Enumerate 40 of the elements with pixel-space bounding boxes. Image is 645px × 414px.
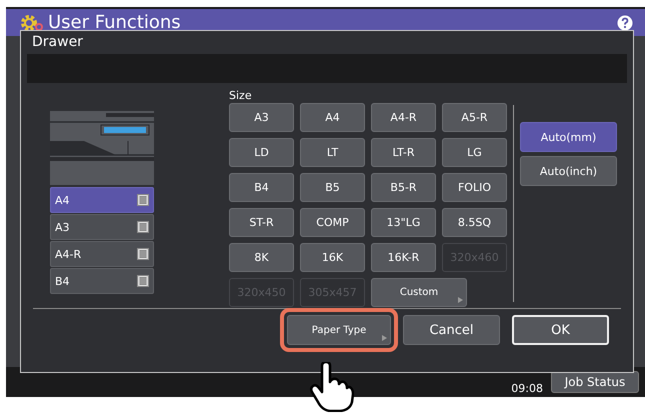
paper-size-button[interactable]: B5-R (371, 173, 436, 202)
list-icon (137, 248, 149, 260)
dialog-button[interactable]: Cancel (403, 315, 500, 345)
paper-size-button[interactable]: A4-R (371, 103, 436, 132)
paper-size-button[interactable]: B5 (300, 173, 365, 202)
paper-size-button[interactable]: COMP (300, 208, 365, 237)
gear-icon (20, 12, 44, 32)
drawer-item[interactable]: A4-R (50, 241, 154, 267)
paper-size-button[interactable]: LG (442, 138, 507, 167)
paper-size-button[interactable]: 8.5SQ (442, 208, 507, 237)
list-icon (137, 275, 149, 287)
paper-size-button[interactable]: 16K (300, 243, 365, 272)
dialog-title: Drawer (31, 33, 84, 52)
paper-size-button[interactable]: LT-R (371, 138, 436, 167)
size-label: Size (229, 89, 253, 103)
auto-size-button[interactable]: Auto(mm) (520, 122, 617, 152)
list-icon (137, 194, 149, 206)
paper-size-button[interactable]: A5-R (442, 103, 507, 132)
paper-size-button[interactable]: A3 (229, 103, 294, 132)
drawer-item[interactable]: A4 (50, 187, 154, 213)
paper-size-button[interactable]: 13"LG (371, 208, 436, 237)
paper-size-button[interactable]: LD (229, 138, 294, 167)
paper-size-button[interactable]: ST-R (229, 208, 294, 237)
auto-size-button[interactable]: Auto(inch) (520, 156, 617, 186)
custom-button[interactable]: Custom (371, 278, 467, 307)
drawer-item[interactable]: B4 (50, 268, 154, 294)
paper-size-button[interactable]: A4 (300, 103, 365, 132)
paper-size-button[interactable]: B4 (229, 173, 294, 202)
paper-size-button[interactable]: LT (300, 138, 365, 167)
drawer-item[interactable]: A3 (50, 214, 154, 240)
list-icon (137, 221, 149, 233)
paper-size-button[interactable]: 16K-R (371, 243, 436, 272)
paper-size-button[interactable]: FOLIO (442, 173, 507, 202)
clock-time: 09:08 (511, 382, 543, 394)
paper-size-button[interactable]: 8K (229, 243, 294, 272)
help-icon[interactable] (617, 14, 633, 30)
screen-title: User Functions (48, 12, 182, 33)
dialog-button[interactable]: Paper Type (287, 315, 391, 345)
dialog-button[interactable]: OK (512, 315, 609, 345)
job-status-button[interactable]: Job Status (551, 371, 639, 393)
